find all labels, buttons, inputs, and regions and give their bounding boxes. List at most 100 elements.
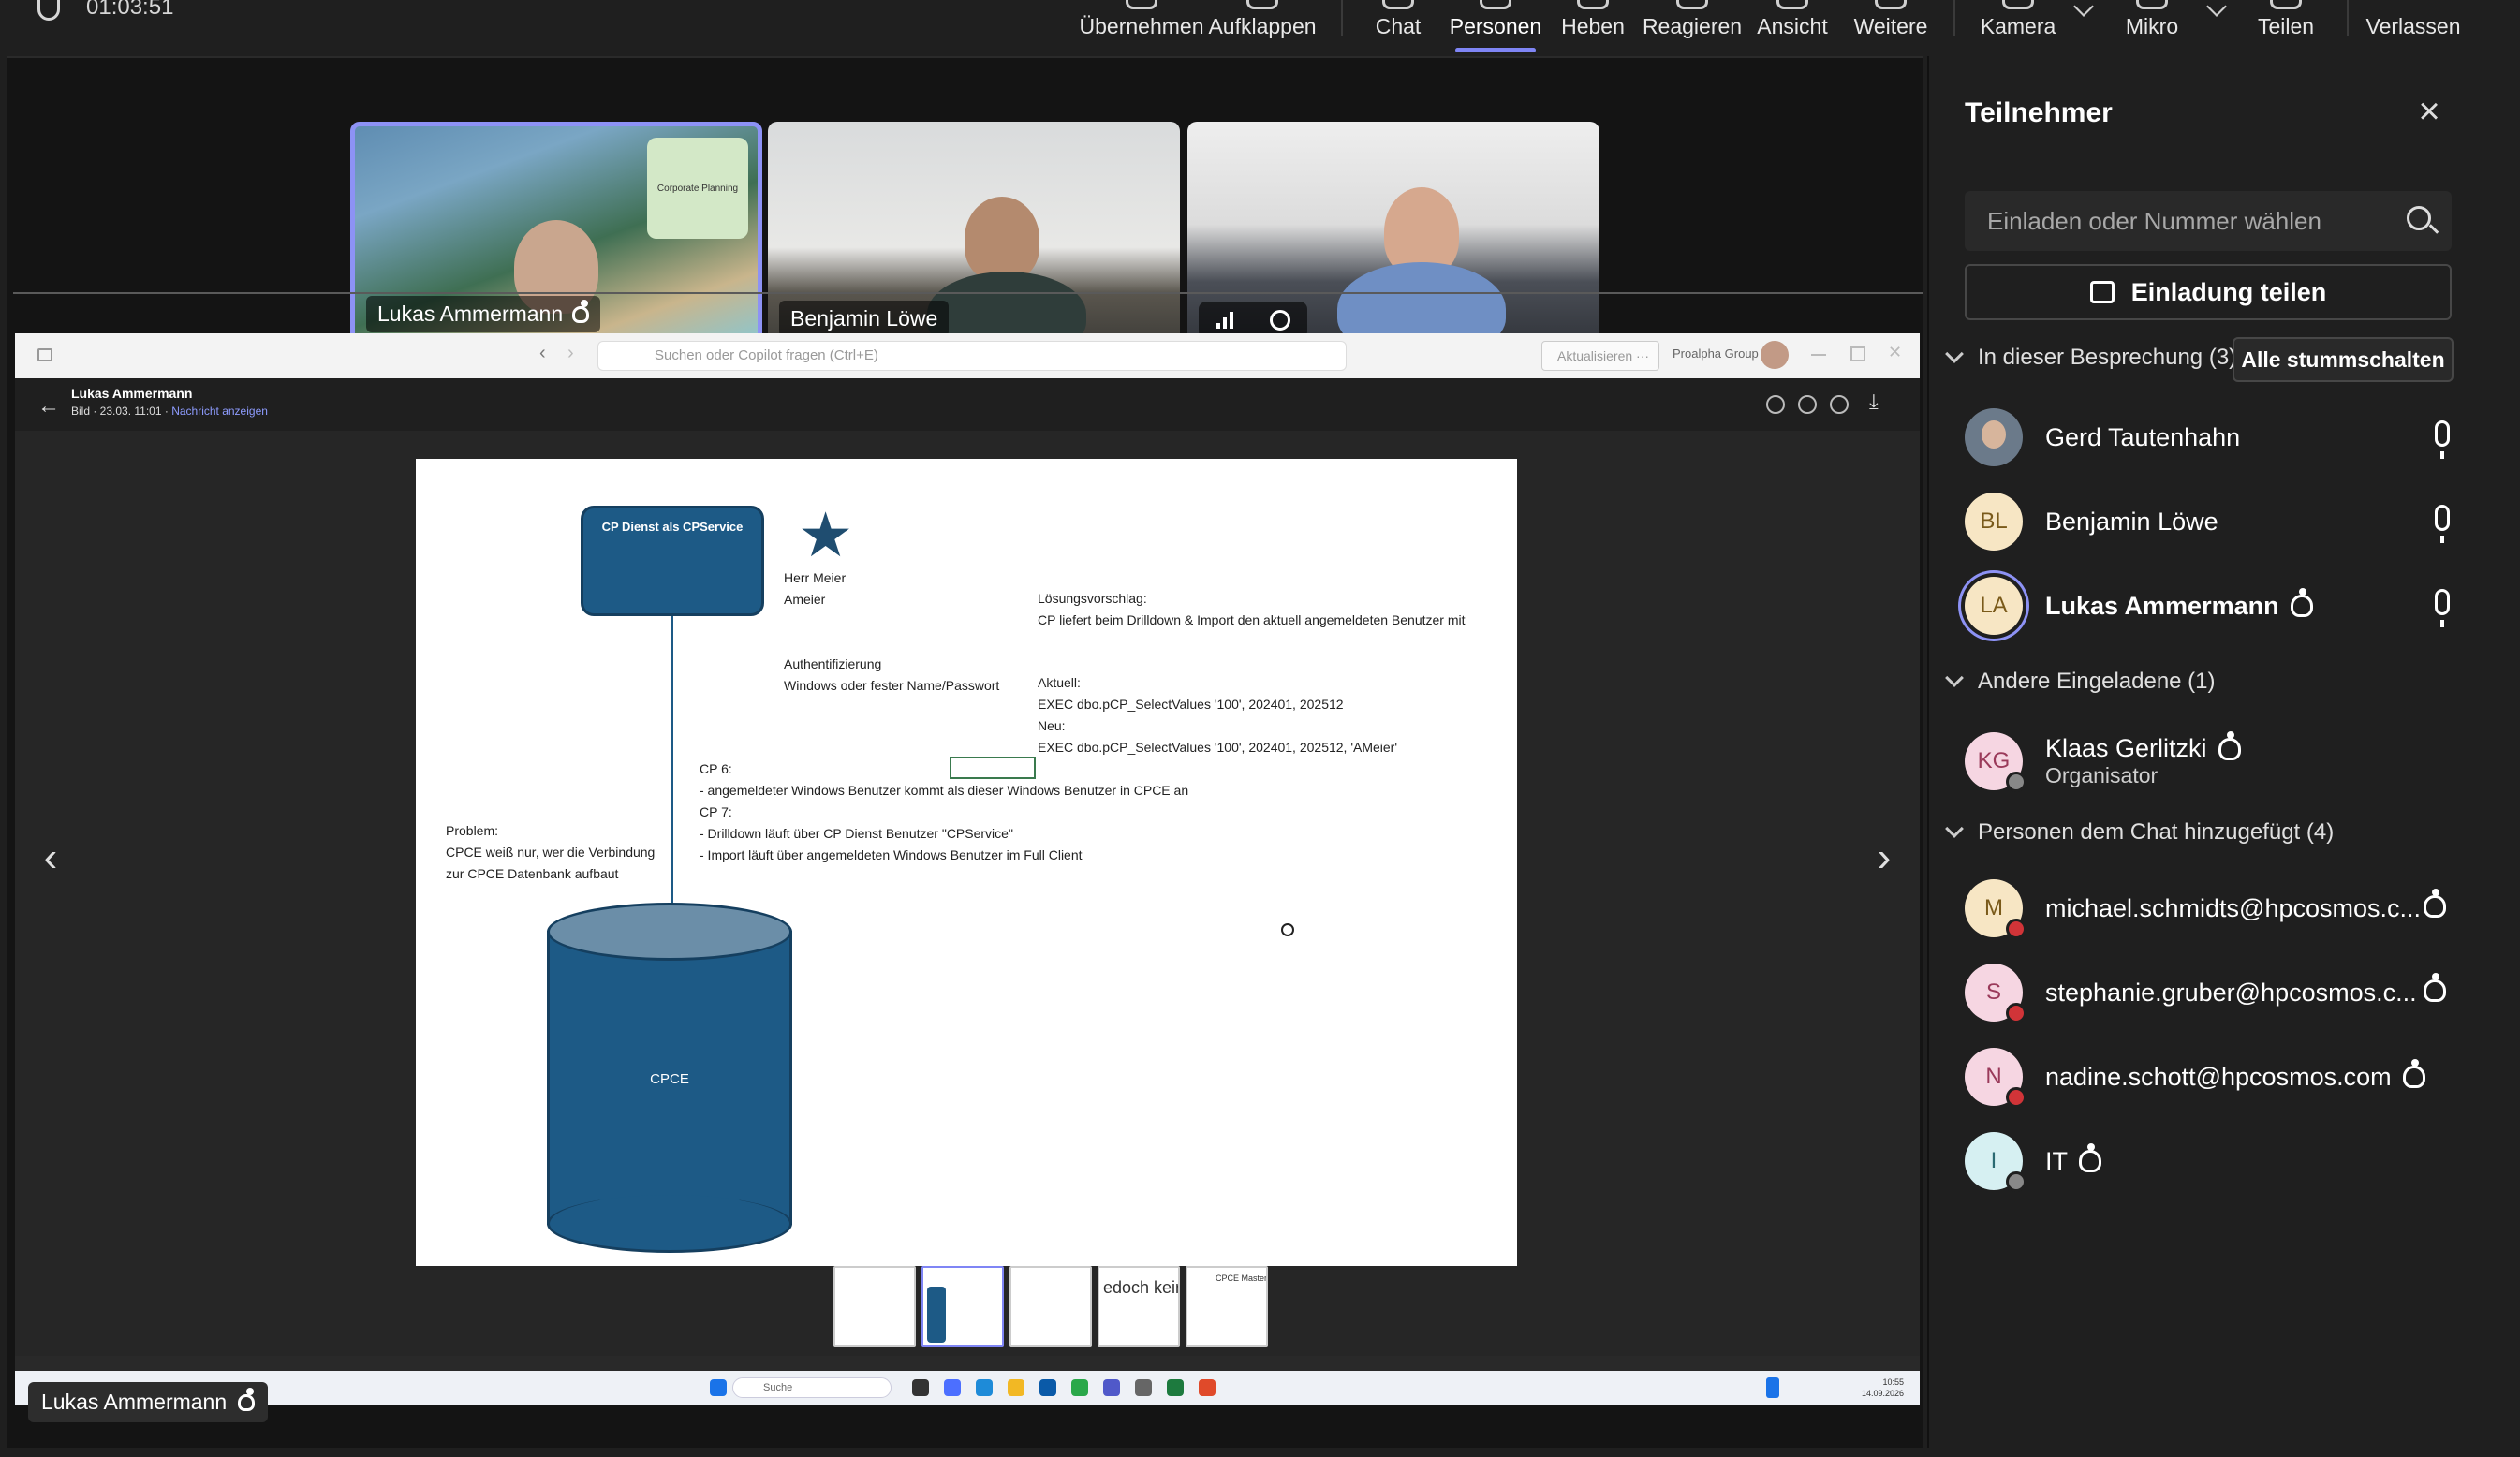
divider	[13, 292, 1923, 294]
takeover-button[interactable]: Übernehmen	[1080, 0, 1203, 54]
user-name-text: Herr Meier Ameier	[784, 570, 847, 607]
raise-hand-button[interactable]: Heben	[1561, 0, 1625, 54]
minimize-icon[interactable]	[1811, 354, 1826, 369]
taskbar-search[interactable]: Suche	[732, 1377, 892, 1398]
back-arrow-icon[interactable]: ‹	[539, 343, 546, 364]
search-icon[interactable]	[2407, 206, 2431, 230]
explorer-icon[interactable]	[1008, 1379, 1024, 1396]
participant-row[interactable]: KG Klaas Gerlitzki Organisator	[1965, 723, 2470, 800]
participant-info: Klaas Gerlitzki Organisator	[2023, 730, 2241, 788]
back-arrow-icon[interactable]: ←	[37, 393, 60, 419]
presenter-name-text: Lukas Ammermann	[41, 1390, 228, 1414]
camera-button[interactable]: Kamera	[1981, 0, 2056, 54]
close-icon[interactable]: ×	[2412, 93, 2446, 131]
mic-icon[interactable]	[2435, 505, 2450, 543]
thumbnail-active[interactable]	[921, 1266, 1004, 1347]
chevron-down-icon	[1945, 345, 1964, 363]
view-message-link[interactable]: Nachricht anzeigen	[171, 405, 268, 418]
people-button[interactable]: Personen	[1450, 0, 1541, 54]
share-screen-button[interactable]: Teilen	[2257, 0, 2315, 54]
task-view-icon[interactable]	[912, 1379, 929, 1396]
more-button[interactable]: Weitere	[1854, 0, 1927, 54]
start-icon[interactable]	[710, 1379, 727, 1396]
forward-arrow-icon[interactable]: ›	[567, 343, 574, 364]
share-icon	[2270, 0, 2302, 9]
presenter-name-label: Lukas Ammermann	[28, 1382, 269, 1422]
image-meta-text: Bild · 23.03. 11:01 ·	[71, 405, 172, 418]
edge-icon[interactable]	[976, 1379, 993, 1396]
thumbnail[interactable]: edoch kein rte ConBI b	[1098, 1266, 1180, 1347]
refresh-button[interactable]: Aktualisieren ···	[1541, 341, 1659, 371]
mic-tray-icon[interactable]	[1766, 1377, 1779, 1398]
leave-button[interactable]: Verlassen	[2366, 0, 2461, 54]
thumbnail[interactable]	[1009, 1266, 1092, 1347]
copilot-icon[interactable]	[944, 1379, 961, 1396]
section-in-meeting[interactable]: In dieser Besprechung (3)	[1945, 345, 2236, 371]
participant-row[interactable]: LA Lukas Ammermann	[1965, 572, 2470, 640]
cylinder-bottom	[547, 1195, 792, 1253]
shared-screen[interactable]: ‹ › Suchen oder Copilot fragen (Ctrl+E) …	[15, 333, 1920, 1405]
cp-box-label: CP Dienst als CPService	[601, 520, 744, 534]
participant-name: Benjamin Löwe	[2045, 507, 2218, 536]
meeting-toolbar: 01:03:51 Übernehmen Aufklappen Chat Pers…	[0, 0, 2520, 56]
thumbnail[interactable]	[833, 1266, 916, 1347]
view-button[interactable]: Ansicht	[1757, 0, 1828, 54]
chat-button[interactable]: Chat	[1375, 0, 1422, 54]
next-image-arrow-icon[interactable]: ›	[1862, 820, 1907, 895]
react-button[interactable]: Reagieren	[1643, 0, 1742, 54]
zoom-in-icon[interactable]	[1830, 395, 1849, 414]
participant-row[interactable]: N nadine.schott@hpcosmos.com	[1965, 1043, 2470, 1111]
video-tile-lukas[interactable]: Corporate Planning Lukas Ammermann	[350, 122, 762, 350]
participant-row[interactable]: BL Benjamin Löwe	[1965, 488, 2470, 555]
prev-image-arrow-icon[interactable]: ‹	[28, 820, 73, 895]
teams-icon[interactable]	[1103, 1379, 1120, 1396]
mute-all-button[interactable]: Alle stummschalten	[2233, 337, 2454, 382]
avatar-initials: KG	[1977, 748, 2011, 773]
participant-name-wrap: nadine.schott@hpcosmos.com	[2045, 1059, 2425, 1092]
participant-row[interactable]: Gerd Tautenhahn	[1965, 404, 2470, 471]
maximize-icon[interactable]	[1850, 346, 1865, 361]
participant-row[interactable]: S stephanie.gruber@hpcosmos.c...	[1965, 959, 2470, 1026]
image-meta: Bild · 23.03. 11:01 · Nachricht anzeigen	[71, 405, 268, 418]
app-icon[interactable]	[1199, 1379, 1216, 1396]
avatar: LA	[1965, 577, 2023, 635]
mic-icon	[2136, 0, 2168, 9]
organizer-icon	[238, 1387, 256, 1411]
section-invited[interactable]: Andere Eingeladene (1)	[1945, 669, 2216, 695]
mic-options-chevron-icon[interactable]	[2206, 0, 2227, 17]
video-tile-gerd[interactable]	[1187, 122, 1599, 350]
chat-label: Chat	[1375, 14, 1422, 38]
sidebar-toggle-icon[interactable]	[37, 348, 52, 361]
cp-versions-text: CP 6: - angemeldeter Windows Benutzer ko…	[700, 761, 1189, 862]
status-offline-icon	[2006, 1171, 2026, 1192]
video-tile-benjamin[interactable]: Benjamin Löwe	[768, 122, 1180, 350]
settings-icon[interactable]	[1135, 1379, 1152, 1396]
mic-icon[interactable]	[2435, 589, 2450, 627]
section-chat-added[interactable]: Personen dem Chat hinzugefügt (4)	[1945, 819, 2334, 846]
participant-name-wrap: Lukas Ammermann	[2045, 588, 2313, 621]
system-clock[interactable]: 10:55 14.09.2026	[1862, 1376, 1904, 1399]
zoom-out-icon[interactable]	[1798, 395, 1817, 414]
store-icon[interactable]	[1039, 1379, 1056, 1396]
chrome-icon[interactable]	[1071, 1379, 1088, 1396]
excel-icon[interactable]	[1167, 1379, 1184, 1396]
cp-service-box: CP Dienst als CPService	[581, 506, 764, 616]
mic-button[interactable]: Mikro	[2126, 0, 2178, 54]
invite-input[interactable]	[1965, 191, 2452, 251]
expand-button[interactable]: Aufklappen	[1208, 0, 1317, 54]
participant-row[interactable]: M michael.schmidts@hpcosmos.c...	[1965, 875, 2470, 942]
participant-row[interactable]: I IT	[1965, 1127, 2470, 1195]
thumbnail[interactable]: CPCE Master	[1186, 1266, 1268, 1347]
hand-icon	[1577, 0, 1609, 9]
camera-options-chevron-icon[interactable]	[2073, 0, 2094, 17]
avatar-initials: BL	[1980, 508, 2008, 534]
download-icon[interactable]: ⤓	[1869, 390, 1879, 414]
fit-icon[interactable]	[1766, 395, 1785, 414]
avatar: KG	[1965, 732, 2026, 792]
share-label: Teilen	[2257, 14, 2315, 38]
mic-icon[interactable]	[2435, 420, 2450, 459]
avatar[interactable]	[1761, 341, 1789, 369]
browser-search[interactable]: Suchen oder Copilot fragen (Ctrl+E)	[597, 341, 1347, 371]
share-invite-button[interactable]: Einladung teilen	[1965, 264, 2452, 320]
close-icon[interactable]: ✕	[1888, 343, 1903, 361]
